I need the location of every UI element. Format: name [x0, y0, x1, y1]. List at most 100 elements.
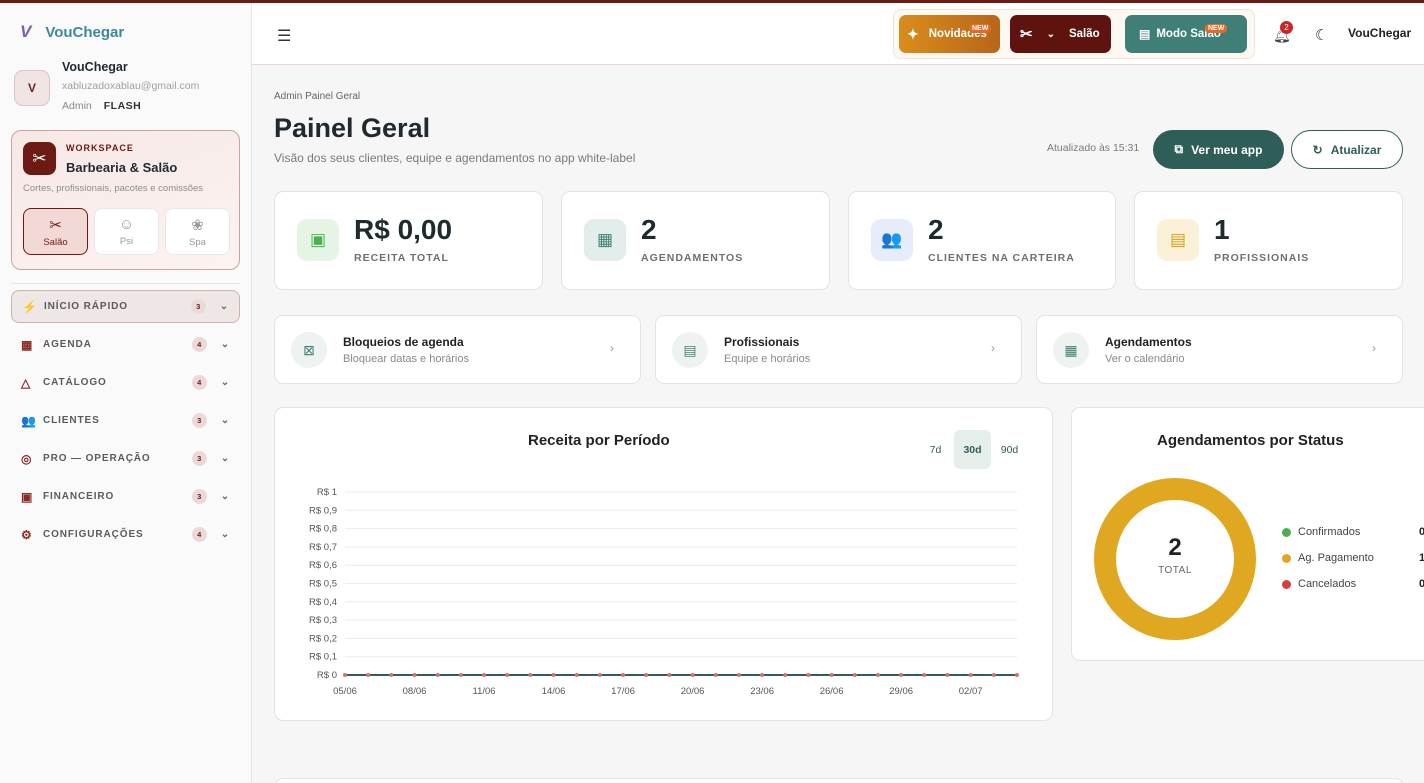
workspace-description: Cortes, profissionais, pacotes e comissõ… [23, 183, 204, 194]
sidebar-item-label: FINANCEIRO [43, 491, 115, 502]
y-tick-label: R$ 0,5 [309, 579, 337, 590]
brain-icon: ☺ [118, 216, 135, 233]
chart-title: Receita por Período [528, 432, 670, 449]
sidebar-item-clientes[interactable]: 👥 CLIENTES 3 ⌄ [11, 404, 240, 437]
sidebar-item-agenda[interactable]: ▦ AGENDA 4 ⌄ [11, 328, 240, 361]
view-app-button[interactable]: ⧉ Ver meu app [1153, 130, 1284, 169]
y-tick-label: R$ 0,1 [309, 652, 337, 663]
y-tick-label: R$ 0,3 [309, 615, 337, 626]
money-icon: ▣ [21, 489, 34, 504]
avatar: V [14, 70, 50, 106]
chevron-right-icon: › [610, 341, 614, 355]
sidebar-item-pro-operacao[interactable]: ◎ PRO — OPERAÇÃO 3 ⌄ [11, 442, 240, 475]
y-tick-label: R$ 0,8 [309, 524, 337, 535]
workspace-card: ✂ WORKSPACE Barbearia & Salão Cortes, pr… [11, 130, 240, 270]
sidebar-item-inicio-rapido[interactable]: ⚡ INÍCIO RÁPIDO 3 ⌄ [11, 290, 240, 323]
scissors-icon: ✂ [1020, 26, 1033, 43]
header-user-name[interactable]: VouChegar [1348, 26, 1411, 40]
quick-link-subtitle: Ver o calendário [1105, 353, 1185, 365]
workspace-tab-salao[interactable]: ✂ Salão [23, 208, 88, 255]
users-icon: 👥 [21, 413, 37, 428]
y-tick-label: R$ 0,9 [309, 505, 337, 516]
chevron-down-icon: ⌄ [219, 301, 229, 312]
count-badge: 3 [191, 451, 207, 466]
range-30d[interactable]: 30d [954, 430, 991, 469]
y-tick-label: R$ 0,7 [309, 542, 337, 553]
legend-item-confirmados: Confirmados 0 [1282, 526, 1424, 538]
stat-label: RECEITA TOTAL [354, 252, 449, 264]
sidebar-item-financeiro[interactable]: ▣ FINANCEIRO 3 ⌄ [11, 480, 240, 513]
data-point [806, 673, 811, 677]
user-profile[interactable]: V VouChegar xabluzadoxablau@gmail.com Ad… [14, 60, 199, 112]
stat-value: 2 [928, 214, 944, 245]
users-icon: 👥 [871, 219, 913, 261]
quick-link-agendamentos[interactable]: ▦ Agendamentos Ver o calendário › [1036, 315, 1403, 384]
y-tick-label: R$ 0,2 [309, 633, 337, 644]
new-badge: NEW [969, 24, 992, 33]
user-email: xabluzadoxablau@gmail.com [62, 80, 200, 92]
quick-link-bloqueios[interactable]: ⊠ Bloqueios de agenda Bloquear datas e h… [274, 315, 641, 384]
legend-dot [1282, 553, 1291, 563]
x-tick-label: 08/06 [403, 686, 427, 697]
data-point [760, 673, 765, 677]
data-point [343, 673, 347, 677]
chevron-down-icon: ⌄ [220, 377, 230, 388]
modo-salao-button[interactable]: ▤ Modo Salão NEW [1125, 15, 1247, 53]
divider [11, 283, 240, 284]
quick-link-profissionais[interactable]: ▤ Profissionais Equipe e horários › [655, 315, 1022, 384]
legend-label: Cancelados [1298, 578, 1357, 590]
x-tick-label: 23/06 [750, 686, 774, 697]
y-tick-label: R$ 1 [317, 487, 337, 498]
legend-label: Confirmados [1298, 526, 1361, 538]
salao-selector[interactable]: ✂ ⌄ Salão [1010, 15, 1111, 53]
data-point [435, 673, 440, 677]
brand[interactable]: V VouChegar [20, 22, 124, 42]
lotus-icon: ❀ [191, 216, 204, 234]
sidebar-item-catalogo[interactable]: △ CATÁLOGO 4 ⌄ [11, 366, 240, 399]
donut-total: 2 [1168, 534, 1182, 561]
x-tick-label: 05/06 [333, 686, 357, 697]
refresh-icon: ↻ [1312, 142, 1323, 157]
salao-label: Salão [1068, 28, 1100, 40]
sidebar-item-configuracoes[interactable]: ⚙ CONFIGURAÇÕES 4 ⌄ [11, 518, 240, 551]
revenue-line-chart: R$ 0 R$ 0,1 R$ 0,2 R$ 0,3 R$ 0,4 R$ 0,5 R$ 0,6… [309, 487, 1019, 697]
moon-icon[interactable]: ☾ [1315, 26, 1328, 44]
notification-bell[interactable]: 🔔︎ 2 [1273, 21, 1293, 44]
quick-link-subtitle: Bloquear datas e horários [343, 353, 469, 365]
refresh-button[interactable]: ↻ Atualizar [1291, 130, 1403, 169]
chevron-down-icon: ⌄ [220, 453, 230, 464]
workspace-tab-psi[interactable]: ☺ Psi [94, 208, 159, 255]
view-app-label: Ver meu app [1191, 142, 1263, 157]
sidebar-nav: ⚡ INÍCIO RÁPIDO 3 ⌄ ▦ AGENDA 4 ⌄ △ CATÁLOGO 4 ⌄ 👥… [11, 290, 240, 556]
menu-icon[interactable]: ☰ [277, 26, 291, 46]
count-badge: 3 [191, 413, 207, 428]
count-badge: 4 [191, 337, 207, 352]
legend-value: 0 [1419, 578, 1424, 590]
legend-dot [1282, 579, 1291, 589]
legend-item-cancelados: Cancelados 0 [1282, 578, 1424, 590]
data-point [551, 673, 556, 677]
scissors-icon: ✂ [23, 142, 56, 175]
data-point [713, 673, 718, 677]
legend-value: 0 [1419, 526, 1424, 538]
data-point [412, 673, 417, 677]
quick-link-title: Profissionais [724, 335, 800, 349]
range-7d[interactable]: 7d [917, 430, 954, 469]
chevron-down-icon: ⌄ [220, 415, 230, 426]
novidades-button[interactable]: ✦ Novidades NEW [899, 15, 1000, 53]
legend-dot [1282, 527, 1291, 537]
quick-link-title: Bloqueios de agenda [343, 335, 464, 349]
brand-logo: V [20, 22, 32, 41]
gear-icon: ⚙ [21, 527, 33, 542]
calendar-x-icon: ⊠ [291, 332, 327, 368]
chevron-down-icon: ⌄ [220, 529, 230, 540]
stat-label: CLIENTES NA CARTEIRA [928, 252, 1075, 264]
bolt-icon: ⚡ [22, 299, 38, 314]
sidebar-item-label: CATÁLOGO [43, 377, 107, 388]
page-subtitle: Visão dos seus clientes, equipe e agenda… [274, 151, 636, 165]
data-point [667, 673, 672, 677]
workspace-tab-spa[interactable]: ❀ Spa [165, 208, 230, 255]
range-90d[interactable]: 90d [991, 430, 1028, 469]
updated-time: Atualizado às 15:31 [1047, 142, 1140, 154]
data-point [458, 673, 463, 677]
